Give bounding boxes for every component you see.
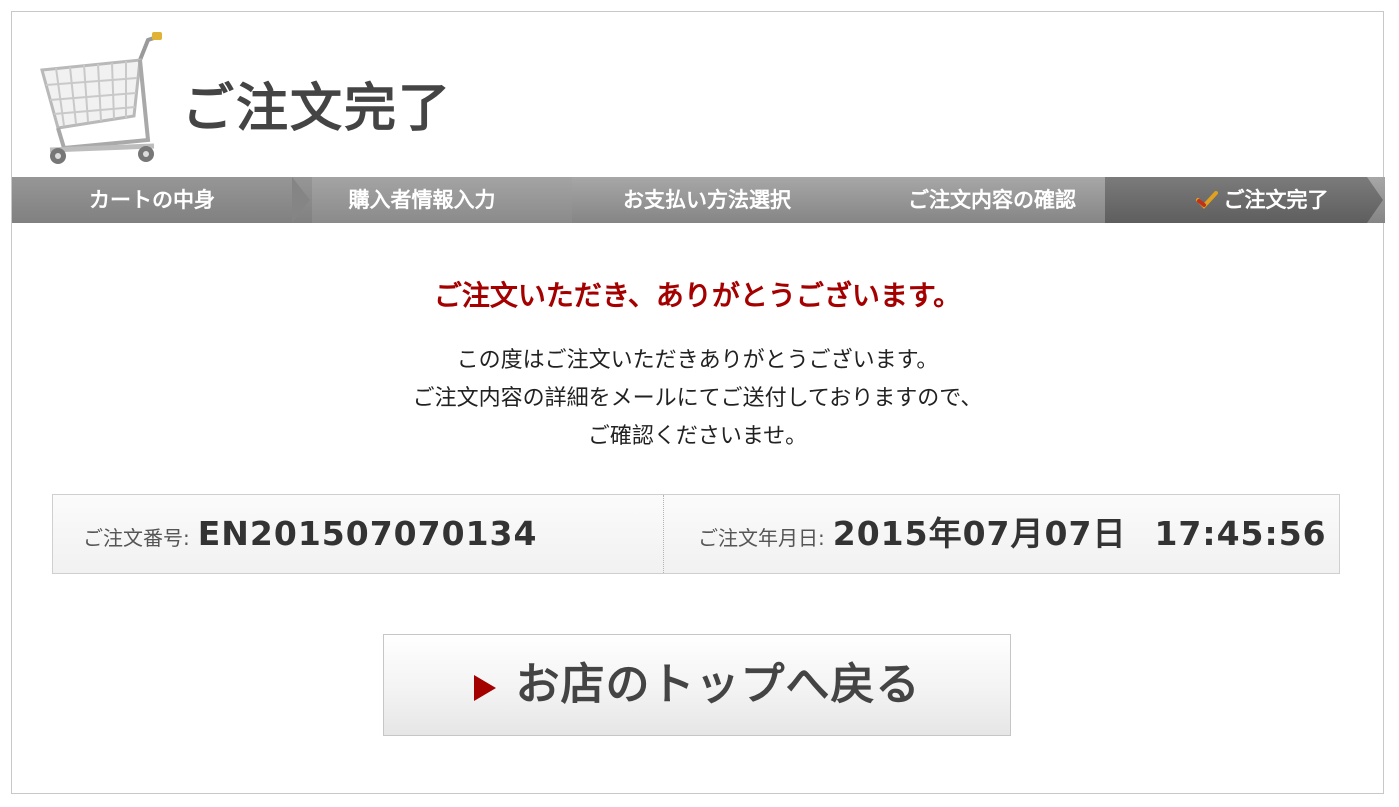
- back-to-shop-top-button[interactable]: お店のトップへ戻る: [383, 634, 1011, 736]
- step-order-complete: ご注文完了: [1162, 177, 1362, 223]
- order-date: ご注文年月日: 2015年07月07日 17:45:56: [698, 495, 1327, 573]
- order-complete-panel: ご注文完了 カートの中身 購入者情報入力 お支払い方法選択 ご注文内容の確認 ご…: [11, 11, 1385, 794]
- order-number-label: ご注文番号:: [83, 526, 190, 550]
- order-number-value: EN201507070134: [197, 514, 538, 553]
- step-buyer-info: 購入者情報入力: [348, 188, 496, 212]
- thanks-heading: ご注文いただき、ありがとうございます。: [433, 279, 962, 312]
- order-time-value: 17:45:56: [1154, 514, 1327, 553]
- confirmation-message: この度はご注文いただきありがとうございます。 ご注文内容の詳細をメールにてご送付…: [12, 342, 1383, 456]
- order-info-divider: [663, 495, 664, 573]
- message-line-2: ご注文内容の詳細をメールにてご送付しておりますので、: [412, 386, 983, 411]
- step-payment-method: お支払い方法選択: [623, 188, 791, 212]
- play-icon: [473, 675, 496, 701]
- step-order-confirm: ご注文内容の確認: [908, 188, 1076, 212]
- checkout-steps: カートの中身 購入者情報入力 お支払い方法選択 ご注文内容の確認 ご注文完了: [12, 177, 1385, 223]
- order-info-box: ご注文番号: EN201507070134 ご注文年月日: 2015年07月07日 1…: [52, 494, 1340, 574]
- shopping-cart-icon: [40, 32, 162, 164]
- check-icon: [1195, 177, 1218, 223]
- page-header: ご注文完了: [12, 12, 1383, 177]
- order-date-label: ご注文年月日:: [698, 526, 825, 550]
- step-cart-contents: カートの中身: [89, 188, 215, 212]
- order-date-value: 2015年07月07日: [832, 514, 1127, 553]
- step-order-complete-label: ご注文完了: [1223, 188, 1329, 212]
- message-line-3: ご確認くださいませ。: [587, 424, 808, 449]
- order-number: ご注文番号: EN201507070134: [83, 495, 537, 573]
- back-to-shop-top-label: お店のトップへ戻る: [515, 659, 921, 710]
- page-title: ご注文完了: [182, 79, 453, 139]
- message-line-1: この度はご注文いただきありがとうございます。: [456, 348, 939, 373]
